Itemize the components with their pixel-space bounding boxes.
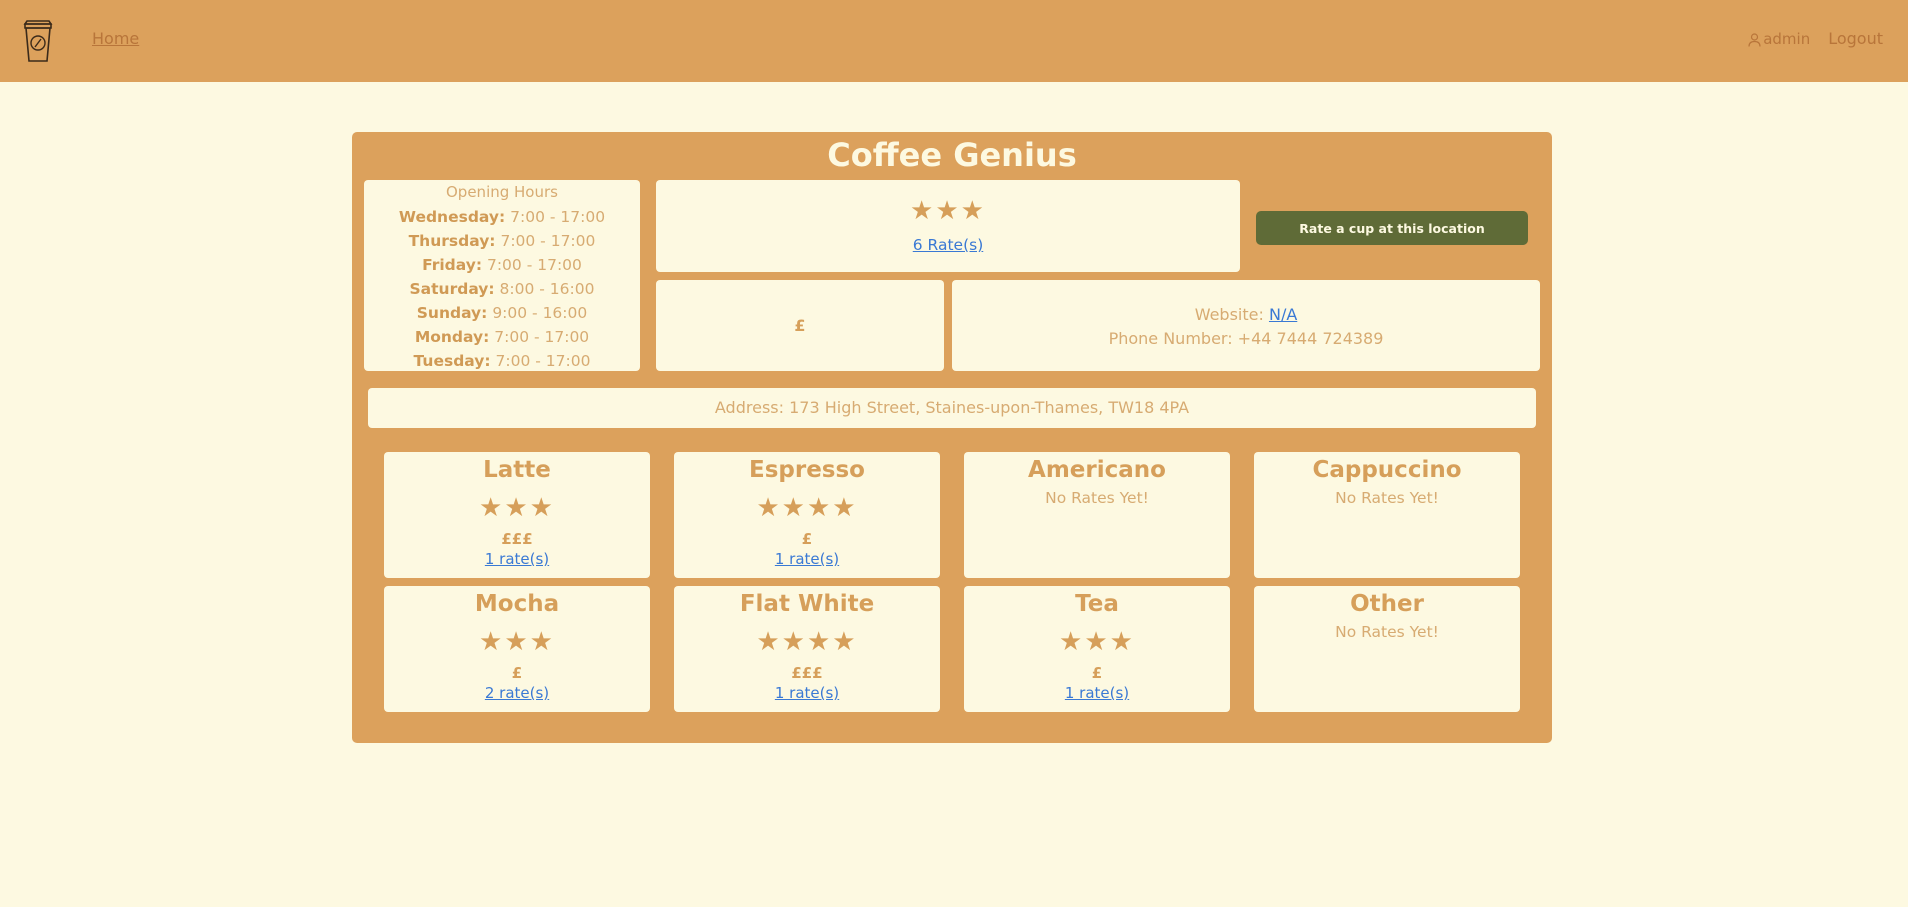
drink-name: Americano <box>1028 457 1166 483</box>
hours-time: 7:00 - 17:00 <box>500 232 596 250</box>
overall-rating-card: ★★★ 6 Rate(s) <box>656 180 1240 272</box>
drink-rates-link[interactable]: 1 rate(s) <box>1065 683 1129 703</box>
drink-card-tea: Tea ★★★ £ 1 rate(s) <box>964 586 1230 712</box>
drink-name: Tea <box>1075 591 1119 617</box>
hours-time: 7:00 - 17:00 <box>486 256 582 274</box>
hours-time: 7:00 - 17:00 <box>510 208 606 226</box>
drink-card-cappuccino: Cappuccino No Rates Yet! <box>1254 452 1520 578</box>
price-card: £ <box>656 280 944 371</box>
drink-name: Latte <box>483 457 551 483</box>
drink-card-latte: Latte ★★★ £££ 1 rate(s) <box>384 452 650 578</box>
hours-day: Wednesday: <box>398 208 506 226</box>
hours-day: Sunday: <box>416 304 488 322</box>
drink-price: £ <box>1091 664 1103 682</box>
hours-time: 7:00 - 17:00 <box>494 328 590 346</box>
hours-day: Monday: <box>414 328 490 346</box>
drink-card-americano: Americano No Rates Yet! <box>964 452 1230 578</box>
nav-username[interactable]: admin <box>1763 30 1810 48</box>
hours-row: Saturday: 8:00 - 16:00 <box>364 277 640 301</box>
drink-name: Other <box>1350 591 1424 617</box>
drink-rates-link[interactable]: 1 rate(s) <box>775 549 839 569</box>
hours-time: 7:00 - 17:00 <box>495 352 591 370</box>
price-level: £ <box>794 316 806 335</box>
navbar: Home admin Logout <box>0 0 1908 82</box>
drink-card-mocha: Mocha ★★★ £ 2 rate(s) <box>384 586 650 712</box>
address-card: Address: 173 High Street, Staines-upon-T… <box>368 388 1536 428</box>
drink-rates-link[interactable]: 2 rate(s) <box>485 683 549 703</box>
drink-price: £ <box>801 530 813 548</box>
hours-row: Wednesday: 7:00 - 17:00 <box>364 205 640 229</box>
contact-card: Website: N/A Phone Number: +44 7444 7243… <box>952 280 1540 371</box>
drink-stars: ★★★ <box>479 627 555 657</box>
hours-time: 8:00 - 16:00 <box>499 280 595 298</box>
rate-cup-button[interactable]: Rate a cup at this location <box>1256 211 1528 245</box>
drink-rates-link[interactable]: 1 rate(s) <box>485 549 549 569</box>
shop-title: Coffee Genius <box>827 136 1077 174</box>
website-link[interactable]: N/A <box>1269 305 1297 324</box>
website-label: Website: <box>1194 305 1264 324</box>
drink-card-espresso: Espresso ★★★★ £ 1 rate(s) <box>674 452 940 578</box>
drink-stars: ★★★ <box>1059 627 1135 657</box>
drink-name: Mocha <box>474 591 560 617</box>
hours-row: Thursday: 7:00 - 17:00 <box>364 229 640 253</box>
drink-price: £££ <box>791 664 823 682</box>
website-line: Website: N/A <box>952 303 1540 327</box>
no-rates-text: No Rates Yet! <box>1335 489 1439 507</box>
hours-row: Tuesday: 7:00 - 17:00 <box>364 349 640 373</box>
hours-day: Tuesday: <box>413 352 491 370</box>
drink-name: Espresso <box>749 457 865 483</box>
drink-price: £ <box>511 664 523 682</box>
phone-number: Phone Number: +44 7444 724389 <box>1108 329 1384 348</box>
drink-rates-link[interactable]: 1 rate(s) <box>775 683 839 703</box>
logout-link[interactable]: Logout <box>1828 29 1883 48</box>
hours-row: Monday: 7:00 - 17:00 <box>364 325 640 349</box>
no-rates-text: No Rates Yet! <box>1335 623 1439 641</box>
user-icon <box>1748 32 1761 47</box>
overall-stars: ★★★ <box>910 196 986 226</box>
hours-day: Friday: <box>422 256 483 274</box>
drink-name: Flat White <box>739 591 875 617</box>
drink-card-flat-white: Flat White ★★★★ £££ 1 rate(s) <box>674 586 940 712</box>
no-rates-text: No Rates Yet! <box>1045 489 1149 507</box>
hours-row: Friday: 7:00 - 17:00 <box>364 253 640 277</box>
opening-hours-title: Opening Hours <box>446 183 558 201</box>
opening-hours-card: Opening Hours Wednesday: 7:00 - 17:00 Th… <box>364 180 640 371</box>
hours-row: Sunday: 9:00 - 16:00 <box>364 301 640 325</box>
nav-home-link[interactable]: Home <box>92 29 139 48</box>
hours-day: Thursday: <box>408 232 496 250</box>
drink-name: Cappuccino <box>1312 457 1462 483</box>
coffee-cup-logo-icon[interactable] <box>22 18 54 63</box>
drink-stars: ★★★★ <box>756 493 858 523</box>
hours-day: Saturday: <box>409 280 495 298</box>
drink-price: £££ <box>501 530 533 548</box>
hours-time: 9:00 - 16:00 <box>492 304 588 322</box>
drink-stars: ★★★★ <box>756 627 858 657</box>
drink-card-other: Other No Rates Yet! <box>1254 586 1520 712</box>
rate-count-link[interactable]: 6 Rate(s) <box>656 236 1240 254</box>
nav-right: admin Logout <box>1748 29 1883 48</box>
drink-stars: ★★★ <box>479 493 555 523</box>
shop-panel: Coffee Genius Opening Hours Wednesday: 7… <box>352 132 1552 743</box>
